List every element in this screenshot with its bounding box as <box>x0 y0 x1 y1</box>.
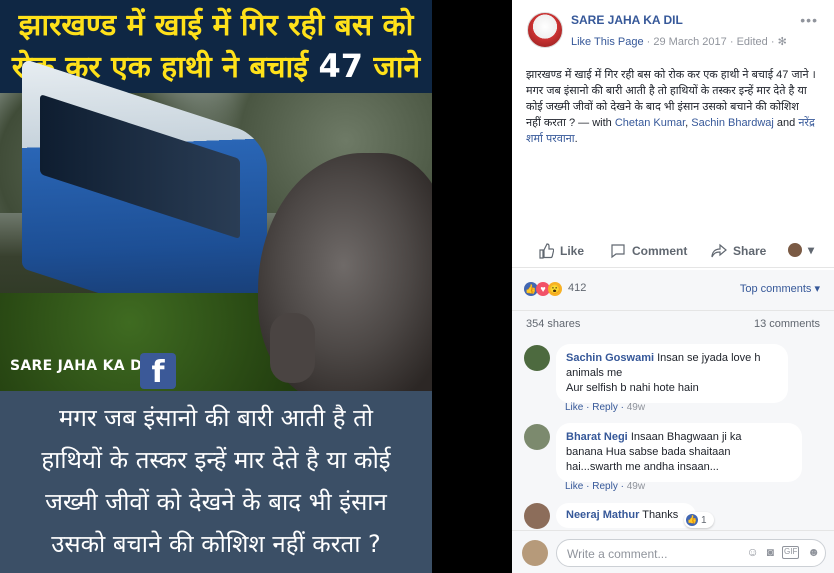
comment-reply-link[interactable]: Reply <box>592 481 618 492</box>
caption-line-4: उसको बचाने की कोशिश नहीं करता ? <box>51 530 381 558</box>
caption-line-3: जख्मी जीवों को देखने के बाद भी इंसान <box>45 488 387 516</box>
comment-actions: Like · Reply · 49w <box>565 402 646 413</box>
comment-bubble: Sachin Goswami Insan se jyada love h ani… <box>556 344 788 403</box>
commenter-avatar[interactable] <box>524 345 550 371</box>
post-as-selector[interactable]: ▾ <box>788 243 814 257</box>
comment-icon <box>611 244 625 259</box>
shares-count[interactable]: 354 shares <box>526 318 580 330</box>
chevron-down-icon: ▾ <box>808 243 815 257</box>
caption-line-1: मगर जब इंसानो की बारी आती है तो <box>58 404 374 432</box>
comment-label: Comment <box>632 244 688 258</box>
meta-dot: · <box>646 36 651 48</box>
post-text-line-1: झारखण्ड में खाई में गिर रही बस को रोक कर… <box>526 69 816 81</box>
commenter-name[interactable]: Neeraj Mathur <box>566 509 639 521</box>
composer-icons: ☺ ◙ GIF ☻ <box>747 545 820 559</box>
post-date[interactable]: 29 March 2017 <box>653 36 726 48</box>
meta-dot: · <box>729 36 734 48</box>
headline-suffix: जाने <box>373 50 421 85</box>
counts-row: 354 shares 13 comments <box>512 310 834 340</box>
gif-icon[interactable]: GIF <box>782 546 800 559</box>
comment-time[interactable]: 49w <box>627 481 645 492</box>
and-label: and <box>776 117 796 129</box>
page-name[interactable]: SARE JAHA KA DIL <box>571 13 683 27</box>
photo-caption: मगर जब इंसानो की बारी आती है तो हाथियों … <box>0 391 432 573</box>
facebook-logo-icon: f <box>140 353 176 390</box>
gear-icon[interactable]: ✻ <box>778 36 787 48</box>
comment-bubble: Bharat Negi Insaan Bhagwaan ji ka banana… <box>556 423 802 482</box>
post-panel: SARE JAHA KA DIL Like This Page · 29 Mar… <box>512 0 834 573</box>
comment-reaction-badge[interactable]: 👍 1 <box>684 512 714 528</box>
comment-text: Thanks <box>642 509 679 521</box>
edited-label[interactable]: Edited <box>737 36 768 48</box>
post-meta: Like This Page · 29 March 2017 · Edited … <box>571 35 787 48</box>
user-avatar[interactable] <box>522 540 548 566</box>
commenter-avatar[interactable] <box>524 424 550 450</box>
user-avatar <box>788 243 802 257</box>
share-button[interactable]: Share <box>711 243 766 259</box>
comment-text: animals me <box>566 367 623 379</box>
comment-reply-link[interactable]: Reply <box>592 402 618 413</box>
photo-scene <box>0 58 432 403</box>
post-text: झारखण्ड में खाई में गिर रही बस को रोक कर… <box>526 67 816 147</box>
comment-text: banana Hua sabse bada shaitaan <box>566 446 731 458</box>
headline-line-1: झारखण्ड में खाई में गिर रही बस को <box>18 8 414 43</box>
comment-text: hai...swarth me andha insaan... <box>566 461 719 473</box>
photo-watermark: SARE JAHA KA DIL <box>10 358 157 374</box>
emoji-icon[interactable]: ☺ <box>747 545 759 559</box>
comment-text: Insan se jyada love h <box>657 352 761 364</box>
thumbs-up-icon <box>539 243 554 259</box>
post-text-period: . <box>574 133 578 145</box>
comment-button[interactable]: Comment <box>610 243 687 259</box>
comment-text: Insaan Bhagwaan ji ka <box>630 431 742 443</box>
wow-reaction-icon[interactable]: 😮 <box>548 282 562 296</box>
camera-icon[interactable]: ◙ <box>767 545 774 559</box>
more-options-icon[interactable]: ••• <box>800 12 818 28</box>
share-label: Share <box>733 244 767 258</box>
page-avatar[interactable] <box>527 12 563 48</box>
comment-composer: Write a comment... ☺ ◙ GIF ☻ <box>512 530 834 573</box>
like-label: Like <box>560 244 585 258</box>
like-page-link[interactable]: Like This Page <box>571 36 644 48</box>
comment-actions: Like · Reply · 49w <box>565 481 646 492</box>
commenter-name[interactable]: Bharat Negi <box>566 431 628 443</box>
badge-count: 1 <box>701 514 707 526</box>
comment-like-link[interactable]: Like <box>565 402 583 413</box>
commenter-avatar[interactable] <box>524 503 550 529</box>
comment-text: Aur selfish b nahi hote hain <box>566 382 699 394</box>
top-comments-dropdown[interactable]: Top comments ▾ <box>740 282 820 295</box>
post-text-line-2: मगर जब इंसानो की बारी आती है तो हाथियों … <box>526 83 816 147</box>
post-photo[interactable]: झारखण्ड में खाई में गिर रही बस को रोक कर… <box>0 0 432 573</box>
reaction-count[interactable]: 412 <box>568 282 586 294</box>
caption-line-2: हाथियों के तस्कर इन्हें मार देते है या क… <box>41 446 391 474</box>
commenter-name[interactable]: Sachin Goswami <box>566 352 654 364</box>
share-icon <box>711 243 727 258</box>
like-button[interactable]: Like <box>538 243 584 259</box>
comment-time[interactable]: 49w <box>627 402 645 413</box>
headline-number: 47 <box>318 47 364 85</box>
comments-count[interactable]: 13 comments <box>754 318 820 330</box>
tag-separator: , <box>685 117 689 129</box>
meta-dot: · <box>770 36 775 48</box>
like-reaction-icon: 👍 <box>686 514 698 526</box>
tag-chetan-kumar[interactable]: Chetan Kumar <box>615 117 685 129</box>
sticker-icon[interactable]: ☻ <box>807 545 820 559</box>
elephant-trunk <box>270 313 315 383</box>
with-label: with <box>592 117 612 129</box>
comment-like-link[interactable]: Like <box>565 481 583 492</box>
post-actions: Like Comment Share ▾ <box>512 236 834 268</box>
reactions-row: 👍 ♥ 😮 412 Top comments ▾ <box>512 270 834 310</box>
tag-sachin-bhardwaj[interactable]: Sachin Bhardwaj <box>691 117 774 129</box>
comment-bubble: Neeraj Mathur Thanks <box>556 503 696 528</box>
